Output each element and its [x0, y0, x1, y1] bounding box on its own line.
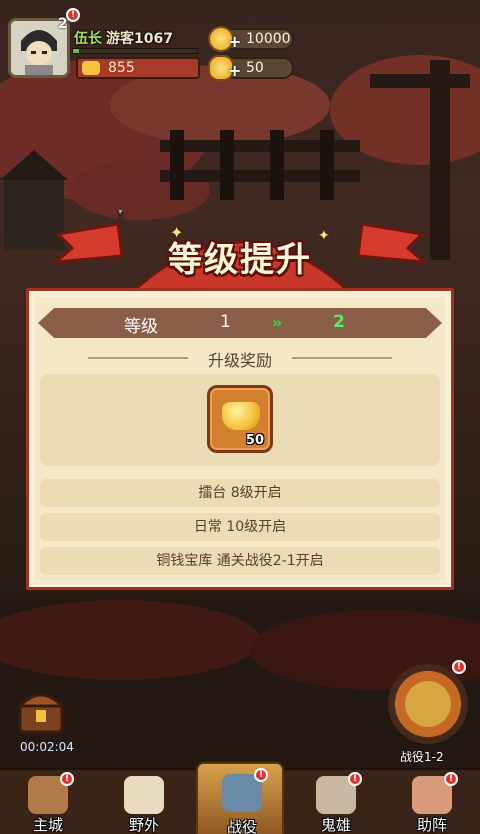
gold-coin-value: 10000	[246, 31, 291, 47]
reward-title: 升级奖励	[207, 351, 272, 370]
level-ribbon	[38, 308, 442, 338]
notification-badge: !	[66, 8, 80, 22]
xp-bar	[72, 48, 198, 54]
combat-power-value: 855	[108, 60, 135, 76]
nav-item-support[interactable]: ! 助阵	[384, 770, 480, 834]
from-level: 1	[220, 312, 231, 332]
level-label: 等级	[124, 317, 158, 337]
chest-timer: 00:02:04	[20, 740, 74, 754]
xp-fill	[73, 49, 80, 53]
nav-item-field[interactable]: 野外	[96, 770, 192, 834]
treasure-chest-icon[interactable]	[16, 688, 66, 736]
fist-icon	[82, 61, 100, 75]
nav-label: 鬼雄	[320, 816, 351, 834]
reward-item[interactable]: 50	[207, 385, 273, 453]
dialog-title: 等级提升	[168, 240, 312, 280]
nav-label: 主城	[32, 816, 63, 834]
nav-label: 助阵	[416, 816, 447, 834]
player-nickname: 游客1067	[106, 31, 173, 47]
divider-right	[292, 357, 392, 359]
add-icon[interactable]: +	[228, 32, 241, 51]
double-chevron-right-icon: »	[272, 313, 283, 332]
campaign-button[interactable]	[388, 664, 468, 744]
campaign-label: 战役1-2	[400, 750, 444, 764]
bottom-nav: ! 主城 野外 ! 战役 ! 鬼雄 ! 助阵	[0, 762, 480, 834]
combat-power: 855	[76, 57, 200, 79]
gold-ingot-value: 50	[246, 60, 264, 76]
gold-coin-counter[interactable]: + 10000	[208, 26, 294, 52]
player-name: 伍长 游客1067	[74, 28, 173, 48]
nav-item-campaign[interactable]: ! 战役	[196, 762, 284, 834]
to-level: 2	[333, 312, 345, 332]
notification-badge: !	[254, 768, 268, 782]
nav-label: 战役	[226, 818, 257, 834]
notification-badge: !	[452, 660, 466, 674]
notification-badge: !	[60, 772, 74, 786]
reward-quantity: 50	[245, 433, 264, 448]
gold-ingot-icon	[222, 402, 260, 430]
unlock-row: 擂台 8级开启	[40, 479, 440, 507]
unlock-row: 日常 10级开启	[40, 513, 440, 541]
gold-ingot-counter[interactable]: + 50	[208, 55, 294, 81]
nav-item-heroes[interactable]: ! 鬼雄	[288, 770, 384, 834]
flag-icon	[124, 776, 164, 814]
nav-item-main-city[interactable]: ! 主城	[0, 770, 96, 834]
unlock-row: 铜钱宝库 通关战役2-1开启	[40, 547, 440, 575]
nav-label: 野外	[128, 816, 159, 834]
player-rank: 伍长	[74, 31, 102, 47]
notification-badge: !	[348, 772, 362, 786]
add-icon[interactable]: +	[228, 61, 241, 80]
notification-badge: !	[444, 772, 458, 786]
divider-left	[88, 357, 188, 359]
